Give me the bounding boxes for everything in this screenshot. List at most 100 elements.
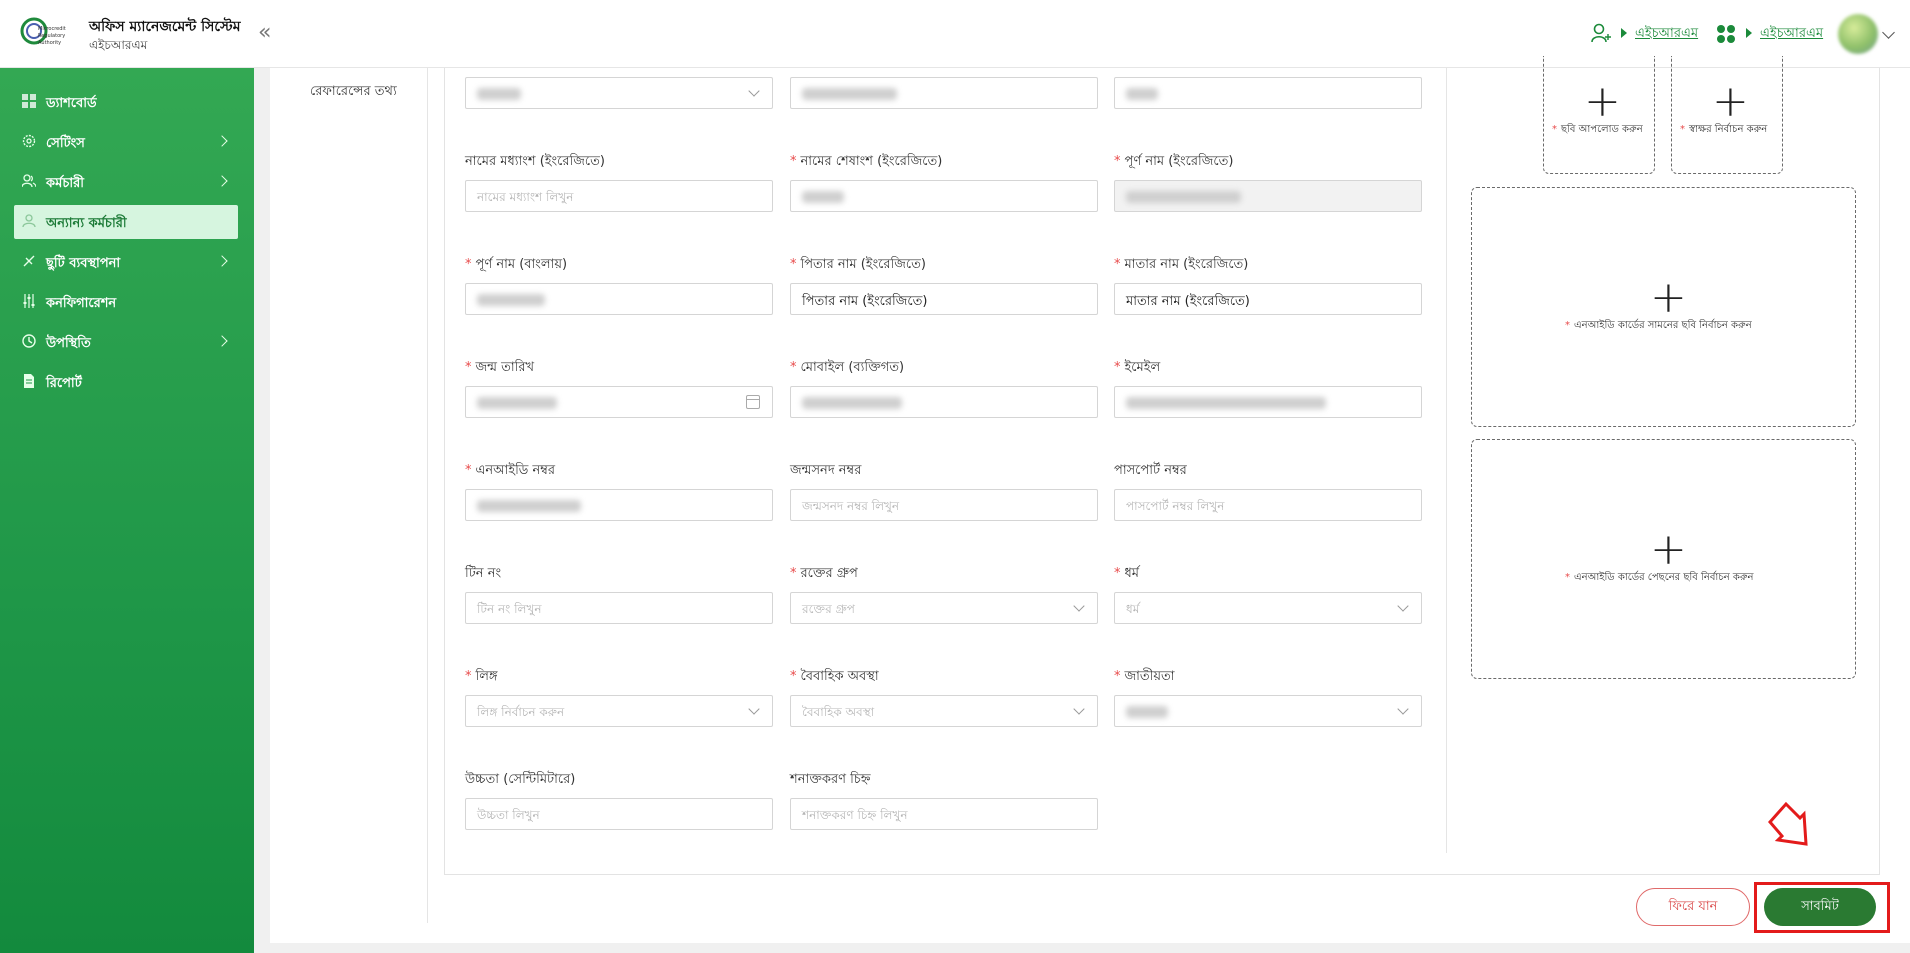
chevron-right-icon [216,135,228,147]
mobile-input[interactable] [790,386,1098,418]
sidebar-item-label: উপস্থিতি [46,336,91,351]
sidebar-item-settings[interactable]: সেটিংস [14,125,238,159]
full-name-en-label: * পূর্ণ নাম (ইংরেজিতে) [1114,154,1234,169]
chevron-down-icon [1397,703,1409,715]
user-icon [22,214,36,228]
collapse-sidebar-icon[interactable]: « [258,20,271,45]
dob-label: * জন্ম তারিখ [465,360,535,375]
passport-input[interactable]: পাসপোর্ট নম্বর লিখুন [1114,489,1422,521]
divider [1446,68,1447,853]
chevron-down-icon [1397,600,1409,612]
signature-upload[interactable]: + * স্বাক্ষর নির্বাচন করুন [1671,56,1783,174]
passport-label: পাসপোর্ট নম্বর [1114,463,1187,478]
nationality-label: * জাতীয়তা [1114,669,1175,684]
svg-text:Authority: Authority [38,40,61,46]
divider [427,68,428,923]
highlight-box [1754,882,1890,933]
height-label: উচ্চতা (সেন্টিমিটারে) [465,772,576,787]
sidebar-item-label: কর্মচারী [46,176,84,191]
mother-name-en-label: * মাতার নাম (ইংরেজিতে) [1114,257,1249,272]
photo-upload[interactable]: + * ছবি আপলোড করুন [1543,56,1655,174]
sidebar-item-label: রিপোর্ট [46,376,82,391]
full-name-bn-input[interactable] [465,283,773,315]
svg-text:Microcredit: Microcredit [38,26,66,32]
sidebar-item-configuration[interactable]: কনফিগারেশন [14,285,238,319]
nid-front-upload[interactable]: + * এনআইডি কার্ডের সামনের ছবি নির্বাচন কর… [1471,187,1856,427]
reference-name-field[interactable] [790,77,1098,109]
middle-name-en-input[interactable]: নামের মধ্যাংশ লিখুন [465,180,773,212]
nationality-select[interactable] [1114,695,1422,727]
plus-icon: + [1712,76,1749,127]
sidebar-item-employees[interactable]: কর্মচারী [14,165,238,199]
birth-cert-input[interactable]: জন্মসনদ নম্বর লিখুন [790,489,1098,521]
chevron-right-icon [216,335,228,347]
sidebar-item-label: কনফিগারেশন [46,296,117,311]
sidebar-item-attendance[interactable]: উপস্থিতি [14,325,238,359]
back-button[interactable]: ফিরে যান [1636,888,1750,926]
religion-select[interactable]: ধর্ম [1114,592,1422,624]
mobile-label: * মোবাইল (ব্যক্তিগত) [790,360,905,375]
caret-right-icon [1621,28,1627,38]
annotation-arrow-icon [1768,801,1808,846]
sidebar: ড্যাশবোর্ড সেটিংস কর্মচারী অন্যান্য কর্ম… [0,68,254,953]
dashboard-icon [22,94,36,108]
gear-icon [22,134,36,148]
full-name-en-input [1114,180,1422,212]
user-switch-icon[interactable] [1590,22,1612,44]
nid-label: * এনআইডি নম্বর [465,463,556,478]
chevron-right-icon [216,175,228,187]
app-subtitle: এইচআরএম [89,38,148,52]
plus-icon: + [1584,76,1621,127]
reference-contact-field[interactable] [1114,77,1422,109]
marital-status-label: * বৈবাহিক অবস্থা [790,669,879,684]
religion-label: * ধর্ম [1114,566,1140,581]
sidebar-item-other-employees[interactable]: অন্যান্য কর্মচারী [14,205,238,239]
leave-icon [23,255,35,267]
height-input[interactable]: উচ্চতা লিখুন [465,798,773,830]
chevron-right-icon [216,255,228,267]
signature-upload-label: * স্বাক্ষর নির্বাচন করুন [1680,124,1768,135]
dob-date-picker[interactable] [465,386,773,418]
mother-name-en-input[interactable]: মাতার নাম (ইংরেজিতে) [1114,283,1422,315]
header-link-hrm-2[interactable]: এইচআরএম [1760,24,1823,45]
caret-right-icon [1746,28,1752,38]
apps-grid-icon[interactable] [1716,24,1736,44]
plus-icon: + [1650,272,1687,323]
nid-back-upload[interactable]: + * এনআইডি কার্ডের পেছনের ছবি নির্বাচন কর… [1471,439,1856,679]
tin-input[interactable]: টিন নং লিখুন [465,592,773,624]
email-input[interactable] [1114,386,1422,418]
nid-front-upload-label: * এনআইডি কার্ডের সামনের ছবি নির্বাচন করুন [1565,320,1752,331]
gender-select[interactable]: লিঙ্গ নির্বাচন করুন [465,695,773,727]
app-title: অফিস ম্যানেজমেন্ট সিস্টেম [89,19,241,35]
svg-text:Regulatory: Regulatory [38,33,65,39]
chevron-down-icon[interactable] [1882,26,1895,39]
sidebar-item-label: অন্যান্য কর্মচারী [46,216,127,231]
chevron-down-icon [1073,703,1085,715]
middle-name-en-label: নামের মধ্যাংশ (ইংরেজিতে) [465,154,605,169]
sliders-icon [23,294,35,308]
nid-input[interactable] [465,489,773,521]
blood-group-label: * রক্তের গ্রুপ [790,566,858,581]
email-label: * ইমেইল [1114,360,1161,375]
users-icon [22,174,36,188]
last-name-en-label: * নামের শেষাংশ (ইংরেজিতে) [790,154,943,169]
full-name-bn-label: * পূর্ণ নাম (বাংলায়) [465,257,568,272]
avatar[interactable] [1838,14,1878,54]
photo-upload-label: * ছবি আপলোড করুন [1552,124,1643,135]
father-name-en-input[interactable]: পিতার নাম (ইংরেজিতে) [790,283,1098,315]
marital-status-select[interactable]: বৈবাহিক অবস্থা [790,695,1098,727]
identification-mark-label: শনাক্তকরণ চিহ্ন [790,772,871,787]
sidebar-item-leave-management[interactable]: ছুটি ব্যবস্থাপনা [14,245,238,279]
chevron-down-icon [1073,600,1085,612]
reference-select[interactable] [465,77,773,109]
header-link-hrm-1[interactable]: এইচআরএম [1635,24,1698,45]
father-name-en-label: * পিতার নাম (ইংরেজিতে) [790,257,926,272]
sidebar-item-report[interactable]: রিপোর্ট [14,365,238,399]
last-name-en-input[interactable] [790,180,1098,212]
gender-label: * লিঙ্গ [465,669,498,684]
blood-group-select[interactable]: রক্তের গ্রুপ [790,592,1098,624]
calendar-icon [746,395,760,409]
identification-mark-input[interactable]: শনাক্তকরণ চিহ্ন লিখুন [790,798,1098,830]
nid-back-upload-label: * এনআইডি কার্ডের পেছনের ছবি নির্বাচন করুন [1565,572,1754,583]
sidebar-item-dashboard[interactable]: ড্যাশবোর্ড [14,85,238,119]
